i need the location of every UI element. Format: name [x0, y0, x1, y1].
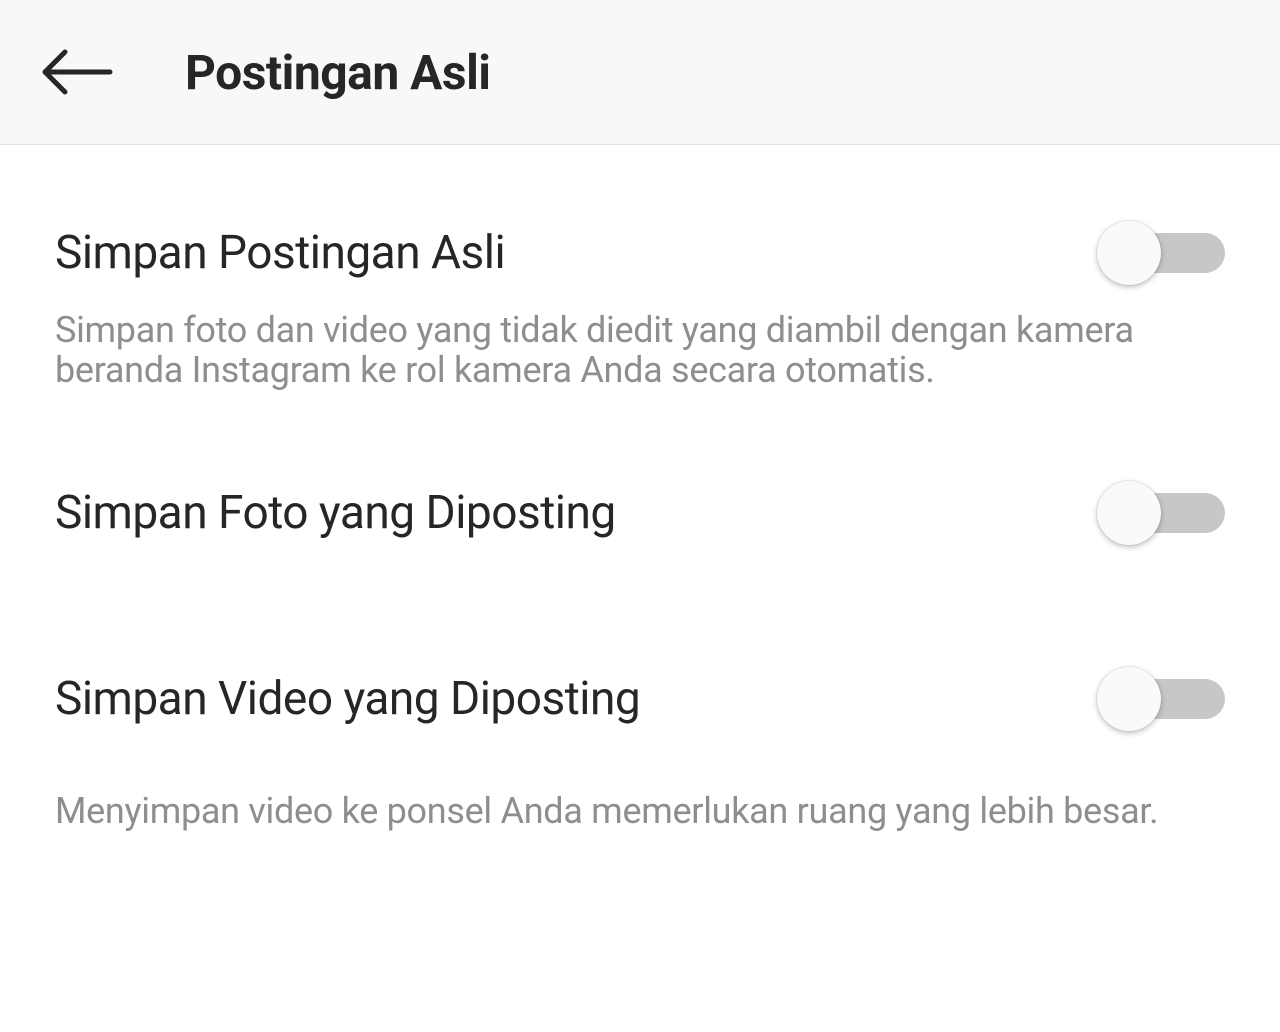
toggle-thumb: [1097, 667, 1161, 731]
setting-label-save-original: Simpan Postingan Asli: [55, 226, 505, 280]
setting-label-save-posted-video: Simpan Video yang Diposting: [55, 672, 640, 726]
toggle-save-posted-video[interactable]: [1097, 671, 1225, 727]
setting-description-save-original: Simpan foto dan video yang tidak diedit …: [55, 311, 1165, 410]
back-button[interactable]: [40, 47, 115, 97]
arrow-left-icon: [40, 47, 115, 97]
spacer: [55, 410, 1225, 480]
settings-content: Simpan Postingan Asli Simpan foto dan vi…: [0, 145, 1280, 852]
setting-description-save-posted-video: Menyimpan video ke ponsel Anda memerluka…: [55, 757, 1165, 852]
toggle-save-posted-photo[interactable]: [1097, 485, 1225, 541]
spacer: [55, 571, 1225, 611]
header: Postingan Asli: [0, 0, 1280, 145]
setting-label-save-posted-photo: Simpan Foto yang Diposting: [55, 486, 616, 540]
setting-row-save-posted-photo: Simpan Foto yang Diposting: [55, 480, 1225, 571]
setting-row-save-original: Simpan Postingan Asli: [55, 145, 1225, 311]
setting-row-save-posted-video: Simpan Video yang Diposting: [55, 611, 1225, 757]
toggle-save-original[interactable]: [1097, 225, 1225, 281]
page-title: Postingan Asli: [185, 44, 491, 101]
toggle-thumb: [1097, 221, 1161, 285]
toggle-thumb: [1097, 481, 1161, 545]
